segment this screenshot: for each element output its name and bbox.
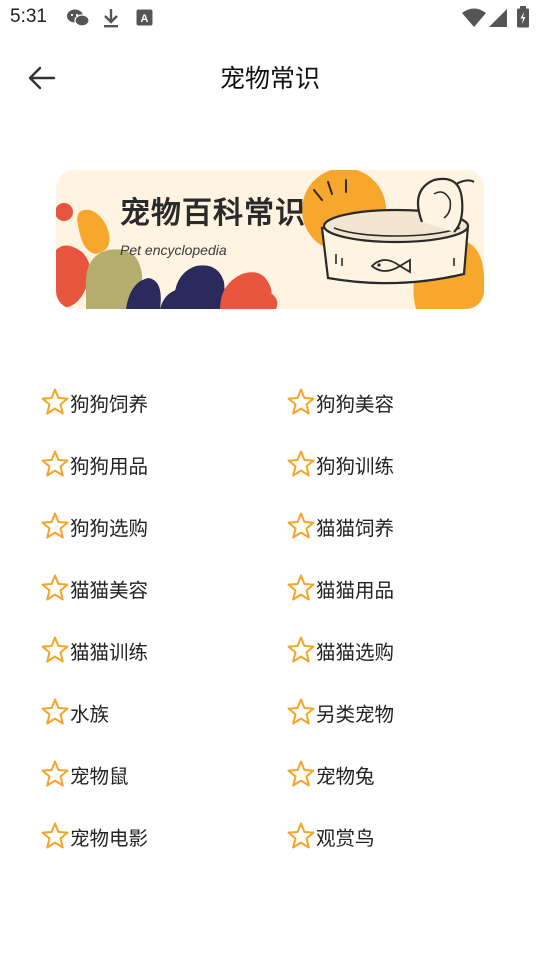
topic-label: 猫猫饲养 — [316, 516, 395, 540]
font-icon: A — [136, 9, 153, 26]
topic-item[interactable]: 狗狗饲养 — [40, 378, 148, 426]
signal-icon — [489, 9, 507, 27]
status-bar: 5:31 A — [0, 0, 540, 36]
download-icon — [104, 9, 118, 28]
topic-item[interactable]: 宠物兔 — [286, 750, 375, 798]
topic-item[interactable]: 水族 — [40, 688, 109, 736]
topic-label: 猫猫用品 — [316, 578, 395, 602]
star-icon — [287, 698, 315, 725]
topic-label: 宠物鼠 — [70, 764, 129, 788]
star-icon — [287, 822, 315, 849]
star-icon — [41, 698, 69, 725]
star-icon — [287, 760, 315, 787]
star-icon — [287, 574, 315, 601]
banner-image: 宠物百科常识 Pet encyclopedia — [56, 170, 484, 309]
star-icon — [41, 760, 69, 787]
topic-item[interactable]: 狗狗训练 — [286, 440, 394, 488]
status-time: 5:31 — [10, 6, 47, 27]
topic-label: 宠物兔 — [316, 764, 375, 788]
star-icon — [41, 388, 69, 415]
battery-icon — [517, 6, 529, 28]
topic-label: 另类宠物 — [316, 702, 395, 726]
star-icon — [287, 450, 315, 477]
topic-item[interactable]: 猫猫美容 — [40, 564, 148, 612]
topic-item[interactable]: 狗狗用品 — [40, 440, 148, 488]
topic-item[interactable]: 观赏鸟 — [286, 812, 375, 860]
topic-item[interactable]: 猫猫选购 — [286, 626, 394, 674]
topic-item[interactable]: 另类宠物 — [286, 688, 394, 736]
topic-item[interactable]: 狗狗美容 — [286, 378, 394, 426]
wechat-icon — [67, 9, 90, 27]
star-icon — [41, 450, 69, 477]
topic-item[interactable]: 宠物电影 — [40, 812, 148, 860]
topic-label: 水族 — [70, 702, 110, 726]
star-icon — [287, 388, 315, 415]
topic-label: 狗狗饲养 — [70, 392, 149, 416]
star-icon — [41, 636, 69, 663]
star-icon — [41, 822, 69, 849]
star-icon — [41, 512, 69, 539]
topic-label: 猫猫训练 — [70, 640, 149, 664]
topic-label: 宠物电影 — [70, 826, 149, 850]
topic-item[interactable]: 猫猫训练 — [40, 626, 148, 674]
svg-text:A: A — [141, 13, 149, 25]
topic-label: 狗狗训练 — [316, 454, 395, 478]
page-title: 宠物常识 — [219, 64, 320, 93]
topic-item[interactable]: 宠物鼠 — [40, 750, 129, 798]
star-icon — [287, 636, 315, 663]
topic-label: 猫猫美容 — [70, 578, 149, 602]
star-icon — [287, 512, 315, 539]
topic-label: 狗狗美容 — [316, 392, 395, 416]
star-icon — [41, 574, 69, 601]
banner-subtitle: Pet encyclopedia — [120, 242, 227, 258]
header-bar: 宠物常识 — [0, 44, 540, 112]
wifi-icon — [462, 8, 486, 27]
topic-item[interactable]: 狗狗选购 — [40, 502, 148, 550]
banner-title: 宠物百科常识 — [120, 196, 306, 231]
topic-label: 狗狗选购 — [70, 516, 149, 540]
topic-label: 狗狗用品 — [70, 454, 149, 478]
topic-label: 观赏鸟 — [316, 826, 375, 850]
topic-label: 猫猫选购 — [316, 640, 395, 664]
topic-item[interactable]: 猫猫用品 — [286, 564, 394, 612]
topic-item[interactable]: 猫猫饲养 — [286, 502, 394, 550]
